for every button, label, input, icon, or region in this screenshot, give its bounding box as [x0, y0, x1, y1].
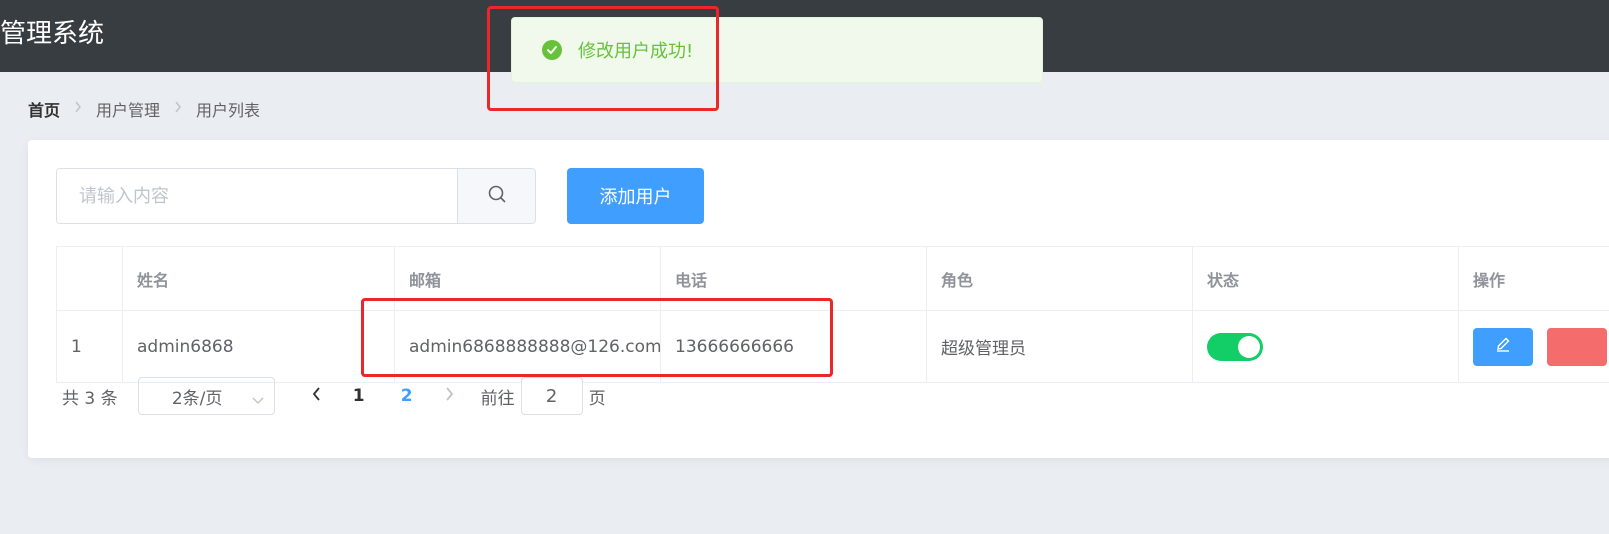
chevron-right-icon	[174, 101, 182, 117]
user-list-card: 添加用户 姓名 邮箱 电话 角色 状态 操作 1 admin6868 admin…	[28, 140, 1609, 458]
cell-actions	[1459, 311, 1609, 382]
column-header-role: 角色	[927, 247, 1193, 310]
page-size-value: 2条/页	[171, 388, 223, 409]
edit-button[interactable]	[1473, 327, 1533, 366]
toast-message: 修改用户成功!	[578, 41, 694, 62]
jumper-label: 前往	[480, 388, 515, 409]
cell-phone: 13666666666	[661, 311, 927, 382]
breadcrumb-home[interactable]: 首页	[28, 97, 60, 121]
search-button[interactable]	[457, 169, 535, 223]
success-toast: 修改用户成功!	[511, 17, 1043, 83]
pagination-total: 共 3 条	[62, 388, 118, 409]
chevron-left-icon	[312, 386, 322, 406]
cell-email: admin6868888888@126.com	[395, 311, 661, 382]
pagination: 共 3 条 2条/页 1 2 前往 页	[62, 377, 606, 415]
cell-index: 1	[56, 311, 123, 382]
breadcrumb: 首页 用户管理 用户列表	[28, 97, 260, 121]
column-header-index	[56, 247, 123, 310]
chevron-right-icon	[444, 386, 454, 406]
app-title: 管理系统	[0, 19, 105, 49]
table-row: 1 admin6868 admin6868888888@126.com 1366…	[56, 311, 1609, 383]
cell-status	[1193, 311, 1459, 382]
column-header-name: 姓名	[123, 247, 395, 310]
delete-button[interactable]	[1547, 327, 1607, 366]
switch-knob	[1238, 335, 1260, 358]
search-group	[56, 168, 536, 224]
column-header-actions: 操作	[1473, 270, 1506, 290]
prev-page-button[interactable]	[299, 377, 335, 415]
cell-role: 超级管理员	[927, 311, 1193, 382]
cell-name: admin6868	[123, 311, 395, 382]
status-switch[interactable]	[1207, 332, 1263, 361]
search-icon	[487, 184, 507, 208]
page-number-2[interactable]: 2	[383, 377, 431, 415]
edit-icon	[1495, 336, 1511, 357]
column-header-status: 状态	[1193, 247, 1459, 310]
column-header-email: 邮箱	[395, 247, 661, 310]
next-page-button[interactable]	[431, 377, 467, 415]
table-header-row: 姓名 邮箱 电话 角色 状态 操作	[56, 246, 1609, 311]
chevron-down-icon	[252, 390, 264, 410]
search-input[interactable]	[57, 169, 457, 223]
breadcrumb-user-management[interactable]: 用户管理	[96, 97, 160, 121]
column-header-phone: 电话	[661, 247, 927, 310]
jumper-suffix: 页	[588, 388, 606, 409]
user-table: 姓名 邮箱 电话 角色 状态 操作 1 admin6868 admin68688…	[56, 246, 1609, 383]
check-circle-icon	[542, 40, 562, 60]
breadcrumb-user-list: 用户列表	[196, 101, 261, 120]
page-jumper-input[interactable]	[520, 377, 583, 415]
add-user-button[interactable]: 添加用户	[567, 168, 704, 224]
page-size-select[interactable]: 2条/页	[137, 377, 275, 415]
chevron-right-icon	[74, 101, 82, 117]
page-number-1[interactable]: 1	[335, 377, 383, 415]
